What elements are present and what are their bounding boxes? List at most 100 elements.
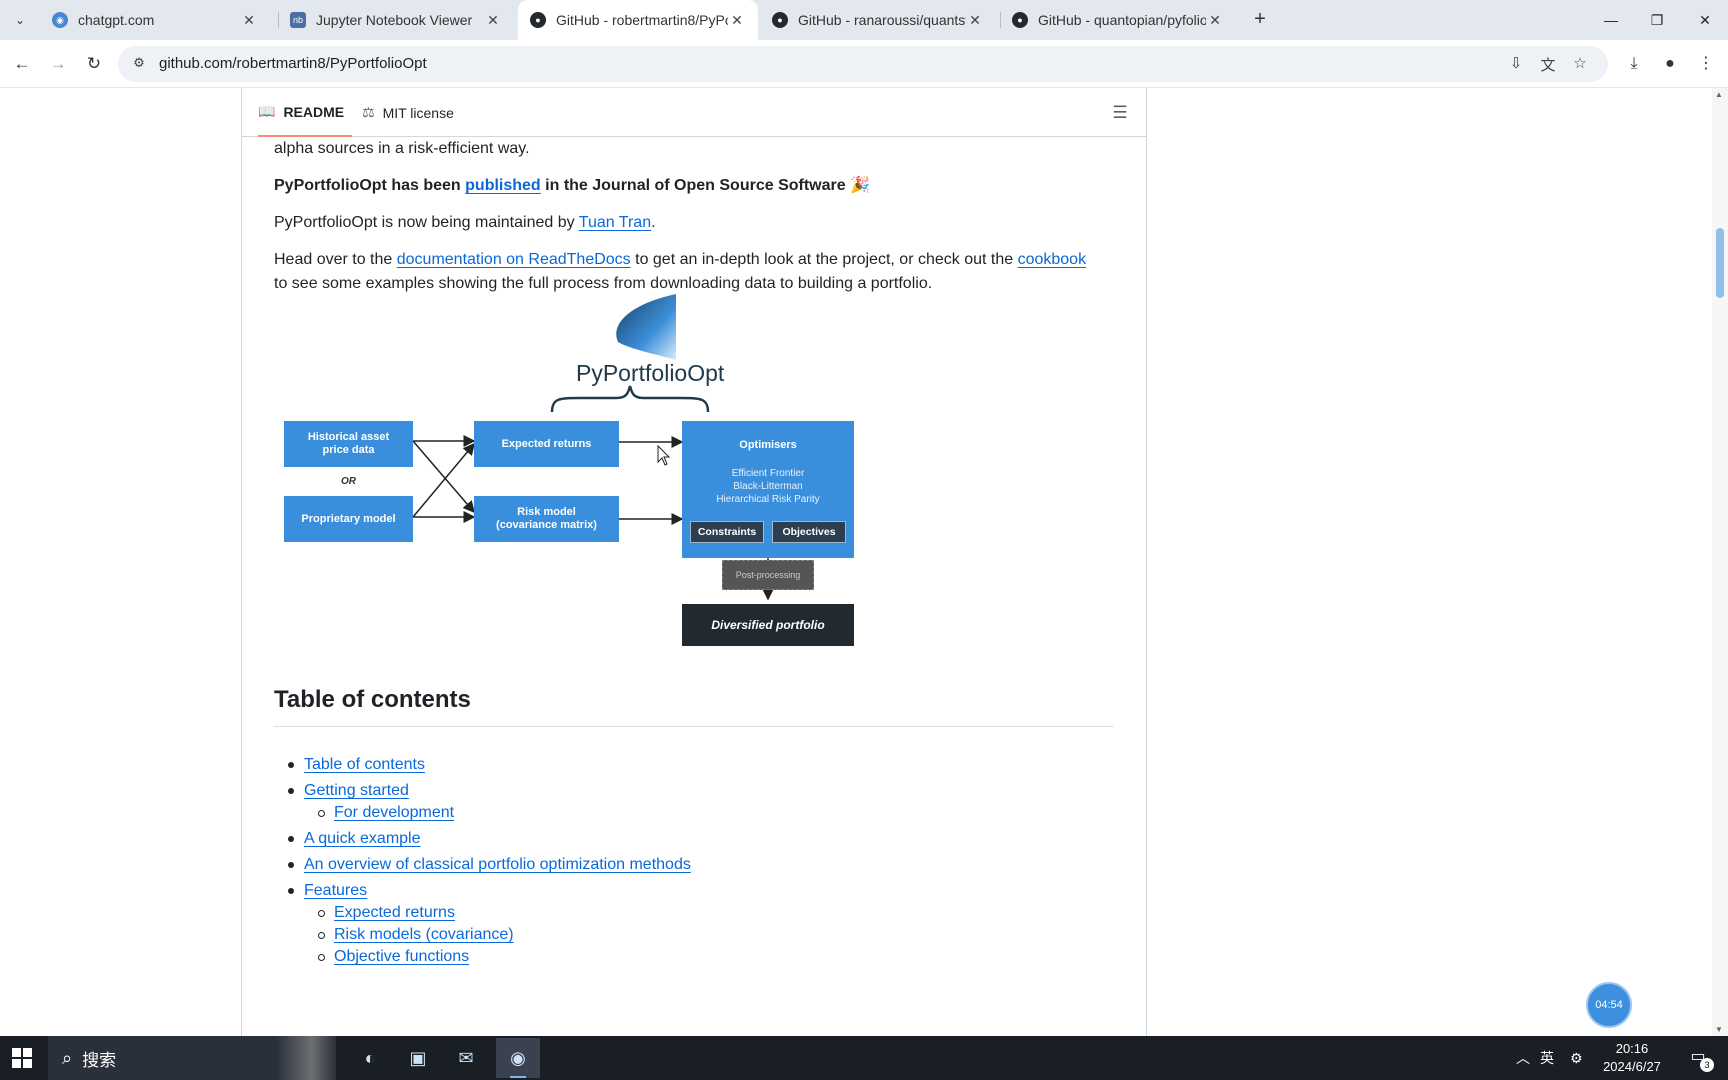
tab-readme[interactable]: 📖 README [258,88,353,137]
downloads-icon[interactable]: ⤓ [1622,52,1646,76]
published-text-start: PyPortfolioOpt has been [274,177,466,194]
toc-link[interactable]: An overview of classical portfolio optim… [304,853,691,877]
cookbook-link[interactable]: cookbook [1018,251,1087,268]
tab-pyfolio[interactable]: ● GitHub - quantopian/pyfolio ✕ [1000,0,1236,40]
page-viewport: 📖 README ⚖ MIT license ☰ alpha sources i… [0,88,1728,1036]
install-app-icon[interactable]: ⇩ [1506,54,1526,74]
box-proprietary-model: Proprietary model [284,496,413,542]
close-icon[interactable]: ✕ [484,12,502,29]
docs-text-mid: to get an in-depth look at the project, … [630,251,1018,268]
recording-timer-badge[interactable]: 04:54 [1586,982,1632,1028]
published-link[interactable]: published [465,177,541,194]
taskbar-explorer-icon[interactable]: ▣ [396,1038,440,1078]
bullet-circle [318,954,325,961]
translate-icon[interactable]: 文 [1538,54,1558,74]
tab-quantstats[interactable]: ● GitHub - ranaroussi/quantsta ✕ [760,0,996,40]
notification-count-badge: 3 [1700,1058,1714,1072]
scroll-down-icon[interactable]: ▼ [1715,1025,1723,1034]
license-tab-label: MIT license [382,104,454,121]
new-tab-button[interactable]: + [1248,8,1272,32]
toc-link[interactable]: Table of contents [304,753,425,777]
network-icon[interactable]: ⚙ [1570,1036,1583,1080]
close-icon[interactable]: ✕ [240,12,258,29]
box-expected-returns: Expected returns [474,421,619,467]
site-info-icon[interactable]: ⚙ [130,55,148,73]
clock-date: 2024/6/27 [1603,1059,1661,1074]
toc-link[interactable]: Objective functions [334,945,469,969]
taskbar-clock[interactable]: 20:16 2024/6/27 [1592,1040,1672,1076]
scroll-thumb[interactable] [1716,228,1724,298]
heading-divider [274,726,1114,727]
curly-brace [550,385,710,413]
tuan-tran-link[interactable]: Tuan Tran [579,214,651,231]
tab-search-button[interactable]: ⌄ [8,8,32,32]
arrow-hist-risk [412,440,475,514]
tab-title: GitHub - ranaroussi/quantsta [798,12,966,28]
minimize-button[interactable]: — [1588,0,1634,40]
bullet-circle [318,932,325,939]
bookmark-star-icon[interactable]: ☆ [1570,54,1590,74]
tab-chatgpt[interactable]: ◉ chatgpt.com ✕ [40,0,270,40]
forward-button[interactable]: → [46,52,70,76]
readme-tab-label: README [283,103,345,120]
paragraph-docs-line2: to see some examples showing the full pr… [274,275,933,292]
scroll-up-icon[interactable]: ▲ [1715,90,1723,99]
url-text[interactable]: github.com/robertmartin8/PyPortfolioOpt [159,55,427,72]
toc-link[interactable]: A quick example [304,827,421,851]
jupyter-icon: nb [290,12,306,28]
taskbar-search-box[interactable]: ⌕ 搜索 [48,1036,336,1080]
paragraph-docs-line1: Head over to the documentation on ReadTh… [274,248,1086,272]
optimiser-method: Black-Litterman [733,481,803,492]
bullet-disc [288,836,294,842]
windows-taskbar: ⌕ 搜索 ◐ ▣ ✉ ◉ ︿ 英 ⚙ 20:16 2024/6/27 ▭ 3 [0,1036,1728,1080]
outline-list-icon[interactable]: ☰ [1108,101,1132,125]
bullet-circle [318,910,325,917]
close-icon[interactable]: ✕ [966,12,984,29]
maintainer-text: PyPortfolioOpt is now being maintained b… [274,214,579,231]
ime-indicator[interactable]: 英 [1540,1036,1554,1080]
published-text-end: in the Journal of Open Source Software [540,177,846,194]
github-icon: ● [772,12,788,28]
taskbar-app-icon[interactable]: ✉ [444,1038,488,1078]
profile-icon[interactable]: ● [1658,52,1682,76]
globe-icon: ◉ [52,12,68,28]
paragraph-alpha: alpha sources in a risk-efficient way. [274,140,530,157]
tab-license[interactable]: ⚖ MIT license [362,88,454,137]
taskbar-search-text: 搜索 [82,1050,117,1070]
box-diversified-portfolio: Diversified portfolio [682,604,854,646]
bullet-disc [288,788,294,794]
bullet-disc [288,762,294,768]
taskbar-edge-icon[interactable]: ◐ [348,1038,392,1078]
close-window-button[interactable]: ✕ [1682,0,1728,40]
tray-overflow-icon[interactable]: ︿ [1516,1036,1530,1080]
toc-link[interactable]: Risk models (covariance) [334,923,514,947]
book-icon: 📖 [258,103,276,119]
box-risk-model: Risk model (covariance matrix) [474,496,619,542]
chip-constraints: Constraints [690,521,764,543]
tab-pypfopt[interactable]: ● GitHub - robertmartin8/PyPo ✕ [518,0,758,40]
toc-link[interactable]: Features [304,879,367,903]
github-icon: ● [1012,12,1028,28]
toc-link[interactable]: Expected returns [334,901,455,925]
tab-title: GitHub - robertmartin8/PyPo [556,12,728,28]
tab-jupyter[interactable]: nb Jupyter Notebook Viewer ✕ [278,0,514,40]
menu-kebab-icon[interactable]: ⋮ [1694,52,1718,76]
close-icon[interactable]: ✕ [728,12,746,29]
clock-time: 20:16 [1615,1041,1649,1056]
restore-button[interactable]: ❐ [1634,0,1680,40]
notification-center-icon[interactable]: ▭ 3 [1686,1046,1714,1072]
toc-link[interactable]: For development [334,801,454,825]
close-icon[interactable]: ✕ [1206,12,1224,29]
bullet-circle [318,810,325,817]
box-optimisers: Optimisers Efficient Frontier Black-Litt… [682,421,854,558]
bullet-disc [288,862,294,868]
windows-start-icon[interactable] [12,1048,32,1068]
toc-link[interactable]: Getting started [304,779,409,803]
address-bar[interactable]: ⚙ github.com/robertmartin8/PyPortfolioOp… [118,46,1608,82]
taskbar-chrome-icon[interactable]: ◉ [496,1038,540,1078]
arrow-prop-expected [412,442,475,518]
readthedocs-link[interactable]: documentation on ReadTheDocs [397,251,631,268]
reload-button[interactable]: ↻ [82,52,106,76]
page-scrollbar[interactable]: ▲ ▼ [1712,88,1728,1036]
back-button[interactable]: ← [10,52,34,76]
